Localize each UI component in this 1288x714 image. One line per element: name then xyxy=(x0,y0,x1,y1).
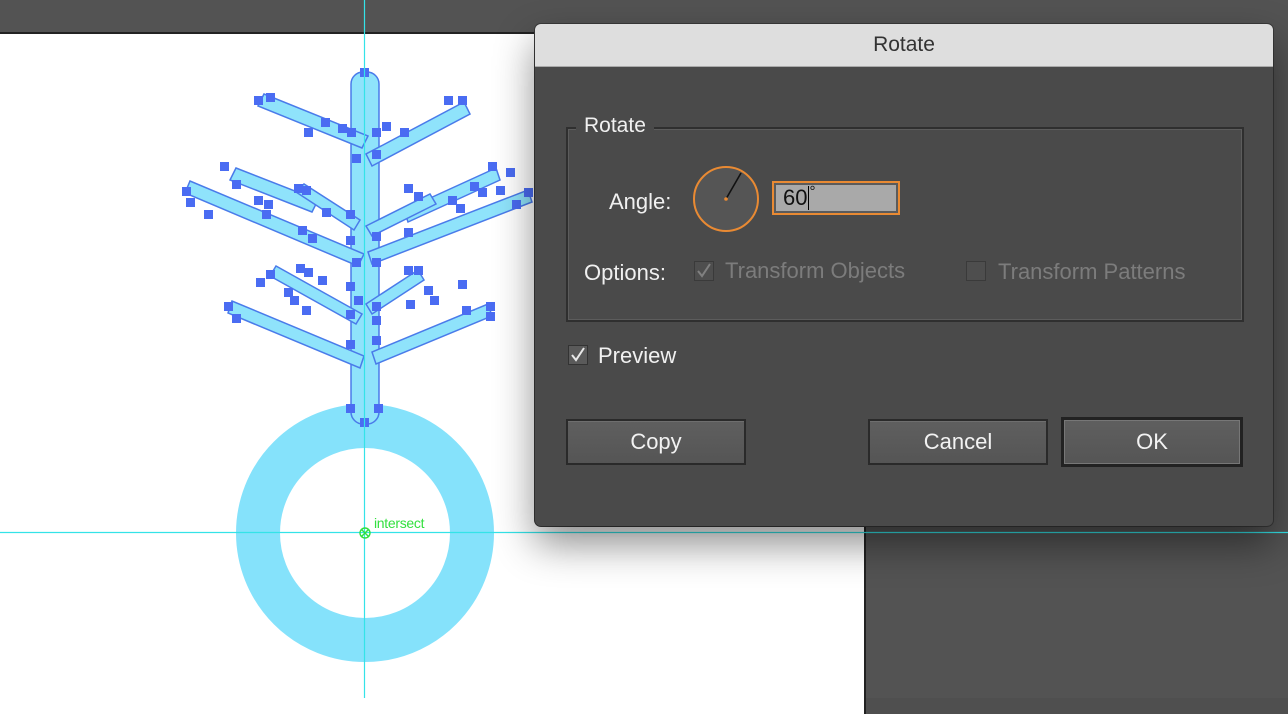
checkmark-icon xyxy=(571,347,585,362)
angle-label: Angle: xyxy=(609,189,672,214)
copy-button-label: Copy xyxy=(630,429,682,454)
angle-unit: ° xyxy=(809,182,816,200)
cancel-button-label: Cancel xyxy=(923,429,993,454)
rotate-dialog: Rotate Rotate Angle: 60 ° Options: Trans… xyxy=(535,24,1273,526)
preview-label: Preview xyxy=(598,343,677,368)
copy-button[interactable]: Copy xyxy=(566,419,746,465)
angle-input[interactable]: 60 ° xyxy=(772,181,900,215)
rotate-group-label: Rotate xyxy=(576,114,654,138)
smart-guide-label: intersect xyxy=(374,515,425,531)
checkmark-icon xyxy=(697,263,711,278)
dialog-titlebar[interactable]: Rotate xyxy=(535,24,1273,67)
transform-objects-checkbox[interactable] xyxy=(694,261,714,281)
preview-checkbox[interactable] xyxy=(568,345,588,365)
angle-dial-needle-icon xyxy=(724,172,742,201)
angle-input-value: 60 xyxy=(783,185,808,210)
transform-objects-label: Transform Objects xyxy=(725,258,906,283)
transform-patterns-checkbox[interactable] xyxy=(966,261,986,281)
ok-button[interactable]: OK xyxy=(1061,417,1243,467)
options-label: Options: xyxy=(584,260,666,285)
tree-shape xyxy=(184,71,533,425)
cancel-button[interactable]: Cancel xyxy=(868,419,1048,465)
angle-dial[interactable] xyxy=(693,166,759,232)
transform-patterns-label: Transform Patterns xyxy=(998,259,1186,284)
rotate-group-box xyxy=(566,127,1244,322)
dialog-title: Rotate xyxy=(873,33,935,56)
ok-button-label: OK xyxy=(1136,429,1168,454)
